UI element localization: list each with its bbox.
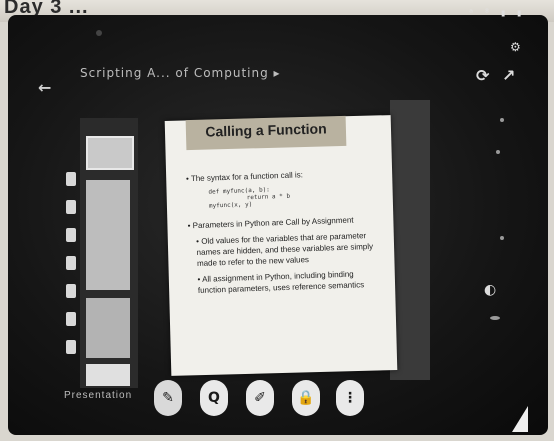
- slide-bullet: • Old values for the variables that are …: [196, 231, 374, 269]
- sidebar-icon[interactable]: [66, 200, 76, 214]
- highlighter-button[interactable]: ✐: [246, 380, 274, 416]
- document-title: Scripting A... of Computing ▸: [80, 66, 281, 80]
- slide-body: • The syntax for a function call is: def…: [186, 167, 380, 302]
- slide-thumbnail[interactable]: [86, 298, 130, 358]
- front-camera: [96, 30, 102, 36]
- slide-bullet: • All assignment in Python, including bi…: [197, 269, 365, 296]
- toolbar-dot: [500, 118, 504, 122]
- pen-button[interactable]: ✎: [154, 380, 182, 416]
- more-button[interactable]: ⋮: [336, 380, 364, 416]
- toolbar-dot: [490, 316, 500, 320]
- refresh-icon[interactable]: ⟳: [476, 66, 489, 85]
- slide-thumbnail[interactable]: [86, 364, 130, 386]
- code-line: myfunc(x, y): [208, 201, 253, 210]
- back-arrow-icon[interactable]: ←: [38, 78, 51, 97]
- share-icon[interactable]: ↗: [502, 66, 515, 85]
- sidebar-icon[interactable]: [66, 312, 76, 326]
- toolbar-dot: [500, 236, 504, 240]
- sidebar-icon[interactable]: [66, 284, 76, 298]
- highlighter-icon: ✐: [254, 390, 266, 406]
- power-icon[interactable]: ◐: [484, 282, 496, 298]
- status-bar: ᵃ ⁸ ▮ ▮: [468, 8, 525, 19]
- pen-icon: ✎: [162, 390, 174, 406]
- sidebar-icon[interactable]: [66, 228, 76, 242]
- lock-icon: 🔒: [297, 390, 315, 406]
- lock-button[interactable]: 🔒: [292, 380, 320, 416]
- more-icon: ⋮: [343, 390, 357, 406]
- slide-bullet: • Parameters in Python are Call by Assig…: [187, 215, 354, 231]
- search-button[interactable]: Q: [200, 380, 228, 416]
- search-icon: Q: [208, 390, 220, 406]
- sidebar-icon[interactable]: [66, 340, 76, 354]
- settings-icon[interactable]: ⚙: [510, 40, 521, 54]
- slide-thumbnail[interactable]: [86, 180, 130, 290]
- toolbar-dot: [496, 150, 500, 154]
- screen-corner-reflection: [512, 406, 528, 432]
- sidebar-icon[interactable]: [66, 256, 76, 270]
- sidebar-icon[interactable]: [66, 172, 76, 186]
- slide-thumbnail[interactable]: [86, 136, 134, 170]
- bottom-label: Presentation: [64, 390, 133, 401]
- slide-thumbnail-strip[interactable]: [80, 118, 138, 388]
